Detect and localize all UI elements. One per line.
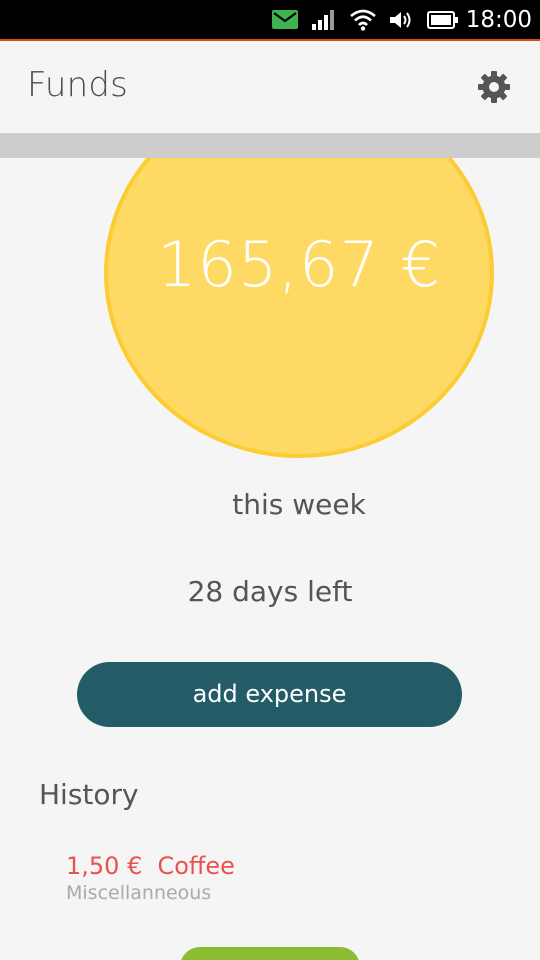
message-icon[interactable] xyxy=(271,0,299,39)
history-item-name: Coffee xyxy=(157,852,235,880)
status-time: 18:00 xyxy=(465,7,532,33)
battery-icon xyxy=(426,0,460,39)
budget-amount: 165,67 € xyxy=(156,228,442,301)
status-bar: 18:00 xyxy=(0,0,540,41)
bottom-action-button[interactable] xyxy=(180,947,360,960)
budget-circle[interactable] xyxy=(104,158,494,458)
gear-icon[interactable] xyxy=(476,69,512,105)
main-content: 165,67 € this week 28 days left add expe… xyxy=(0,158,540,960)
wifi-icon xyxy=(348,0,378,39)
header-divider-band xyxy=(0,134,540,158)
history-title: History xyxy=(39,778,139,811)
history-item-category: Miscellanneous xyxy=(66,882,212,904)
header: Funds xyxy=(0,41,540,134)
history-item[interactable]: 1,50 € Coffee Miscellanneous xyxy=(66,852,235,904)
signal-icon xyxy=(311,0,337,39)
page-title: Funds xyxy=(27,65,129,105)
history-item-amount: 1,50 € xyxy=(66,852,143,880)
days-left: 28 days left xyxy=(187,575,353,608)
budget-period: this week xyxy=(232,488,366,521)
add-expense-button[interactable]: add expense xyxy=(77,662,462,727)
volume-icon xyxy=(388,0,416,39)
